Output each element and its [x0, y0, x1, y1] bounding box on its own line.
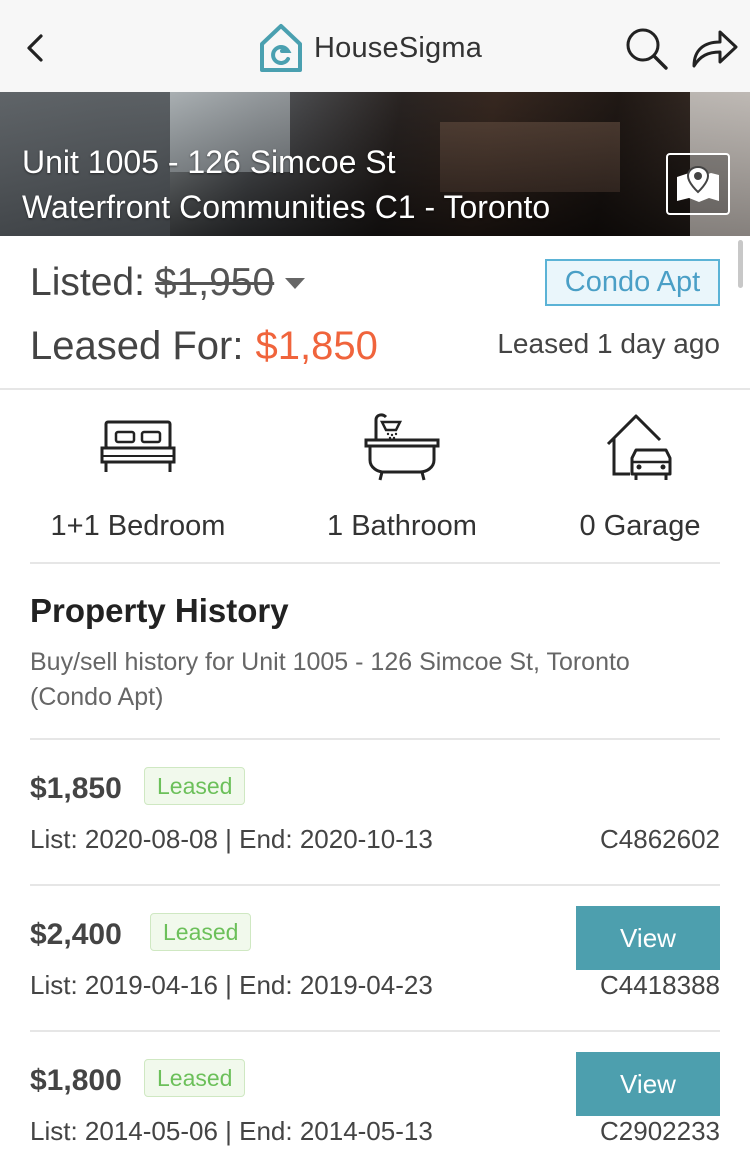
listed-label: Listed:: [30, 261, 145, 304]
garage-icon: [606, 414, 672, 480]
listed-price-row: Listed: $1,950: [30, 260, 306, 306]
feature-bathrooms: 1 Bathroom: [282, 410, 522, 543]
address-line-1: Unit 1005 - 126 Simcoe St: [22, 144, 396, 180]
search-icon: [626, 28, 668, 70]
bathtub-icon: [364, 413, 440, 481]
history-row: $1,800 Leased View List: 2014-05-06 | En…: [30, 1032, 720, 1172]
search-button[interactable]: [624, 26, 670, 72]
leased-ago-text: Leased 1 day ago: [497, 328, 720, 359]
share-arrow-icon: [692, 30, 738, 68]
history-dates: List: 2019-04-16 | End: 2019-04-23: [30, 970, 433, 1000]
history-price: $1,850: [30, 772, 122, 805]
caret-down-icon[interactable]: [284, 276, 306, 290]
feature-label: 0 Garage: [579, 510, 701, 542]
scrollbar[interactable]: [738, 240, 743, 288]
listing-address: Unit 1005 - 126 Simcoe St Waterfront Com…: [22, 140, 550, 230]
history-row: $2,400 Leased View List: 2019-04-16 | En…: [30, 886, 720, 1032]
listed-price: $1,950: [154, 261, 275, 304]
status-badge: Leased: [144, 767, 246, 805]
history-price: $2,400: [30, 918, 122, 951]
leased-price: $1,850: [255, 323, 378, 368]
back-button[interactable]: [18, 28, 52, 68]
property-type-badge: Condo Apt: [545, 259, 720, 306]
mls-number: C2902233: [600, 1116, 720, 1146]
address-line-2: Waterfront Communities C1 - Toronto: [22, 189, 551, 225]
chevron-left-icon: [27, 34, 43, 62]
bed-icon: [100, 420, 176, 472]
leased-price-row: Leased For: $1,850: [30, 322, 378, 370]
map-pin-icon: [677, 165, 719, 202]
feature-garage: 0 Garage: [520, 410, 750, 543]
feature-label: 1+1 Bedroom: [50, 510, 226, 542]
property-history-subtitle: Buy/sell history for Unit 1005 - 126 Sim…: [30, 648, 630, 711]
mls-number: C4862602: [600, 824, 720, 854]
history-dates: List: 2014-05-06 | End: 2014-05-13: [30, 1116, 433, 1146]
share-button[interactable]: [690, 26, 740, 72]
top-navigation-bar: HouseSigma: [0, 0, 750, 92]
history-dates: List: 2020-08-08 | End: 2020-10-13: [30, 824, 433, 854]
brand-logo[interactable]: HouseSigma: [258, 22, 482, 74]
property-history-title: Property History: [30, 592, 289, 629]
housesigma-logo-icon: [260, 24, 302, 72]
feature-bedrooms: 1+1 Bedroom: [18, 410, 258, 543]
status-badge: Leased: [150, 913, 252, 951]
leased-label: Leased For:: [30, 323, 244, 368]
view-button[interactable]: View: [576, 1052, 720, 1116]
status-badge: Leased: [144, 1059, 246, 1097]
divider: [30, 562, 720, 564]
history-price: $1,800: [30, 1064, 122, 1097]
mls-number: C4418388: [600, 970, 720, 1000]
view-button[interactable]: View: [576, 906, 720, 970]
listing-hero-image[interactable]: Unit 1005 - 126 Simcoe St Waterfront Com…: [0, 92, 750, 236]
divider: [0, 388, 750, 390]
feature-label: 1 Bathroom: [327, 510, 477, 542]
map-button[interactable]: [666, 153, 730, 215]
history-row: $1,850 Leased List: 2020-08-08 | End: 20…: [30, 740, 720, 886]
brand-name: HouseSigma: [314, 31, 483, 64]
